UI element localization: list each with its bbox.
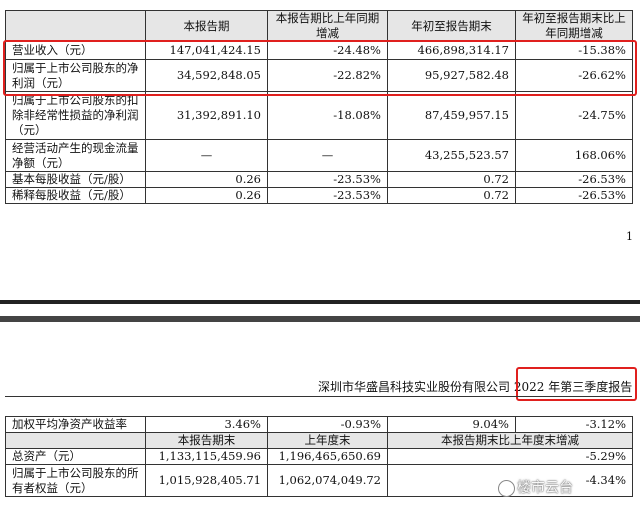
highlight-box-revenue-profit: [3, 40, 637, 96]
table-row: 总资产（元） 1,133,115,459.96 1,196,465,650.69…: [5, 448, 633, 465]
watermark-text: 楼市云台: [517, 480, 573, 496]
row-label: 经营活动产生的现金流量净额（元）: [5, 139, 146, 172]
table-header-cell: 本报告期末比上年度末增减: [387, 432, 633, 449]
table-cell: —: [267, 139, 388, 172]
table-cell: 1,062,074,049.72: [267, 464, 388, 497]
table-cell: 9.04%: [387, 416, 516, 433]
company-name: 深圳市华盛昌科技实业股份有限公司: [318, 380, 511, 394]
table-cell: 168.06%: [515, 139, 633, 172]
table-cell: 1,196,465,650.69: [267, 448, 388, 465]
page-divider: [0, 316, 640, 322]
header-rule: [5, 396, 632, 397]
table-cell: -0.93%: [267, 416, 388, 433]
table-cell: 3.46%: [145, 416, 268, 433]
table-header-cell: 上年度末: [267, 432, 388, 449]
table-cell: 0.26: [145, 171, 268, 188]
table-cell: —: [145, 139, 268, 172]
watermark-logo-icon: [498, 479, 515, 497]
table-cell: -26.53%: [515, 171, 633, 188]
table-cell: -26.53%: [515, 187, 633, 204]
table-cell: 1,015,928,405.71: [145, 464, 268, 497]
row-label: 总资产（元）: [5, 448, 146, 465]
table-cell: -5.29%: [387, 448, 633, 465]
table-header-cell: [5, 10, 146, 42]
table-header-cell: 年初至报告期末: [387, 10, 516, 42]
row-label: 归属于上市公司股东的扣除非经常性损益的净利润（元）: [5, 91, 146, 140]
table-header-row: 本报告期末 上年度末 本报告期末比上年度末增减: [5, 432, 633, 449]
row-label: 归属于上市公司股东的所有者权益（元）: [5, 464, 146, 497]
table-cell: 87,459,957.15: [387, 91, 516, 140]
table-header-cell: 本报告期末: [145, 432, 268, 449]
watermark: 楼市云台: [498, 477, 573, 497]
table-cell: -24.75%: [515, 91, 633, 140]
table-header-cell: 年初至报告期末比上年同期增减: [515, 10, 633, 42]
table-cell: 31,392,891.10: [145, 91, 268, 140]
row-label: 加权平均净资产收益率: [5, 416, 146, 433]
table-row: 归属于上市公司股东的扣除非经常性损益的净利润（元） 31,392,891.10 …: [5, 91, 633, 140]
table-cell: 0.72: [387, 171, 516, 188]
table-cell: 1,133,115,459.96: [145, 448, 268, 465]
table-row: 稀释每股收益（元/股） 0.26 -23.53% 0.72 -26.53%: [5, 187, 633, 204]
row-label: 基本每股收益（元/股）: [5, 171, 146, 188]
table-row: 加权平均净资产收益率 3.46% -0.93% 9.04% -3.12%: [5, 416, 633, 433]
page-divider: [0, 300, 640, 304]
table-cell: 0.72: [387, 187, 516, 204]
table-header-cell: [5, 432, 146, 449]
table-header-cell: 本报告期比上年同期增减: [267, 10, 388, 42]
table-row: 基本每股收益（元/股） 0.26 -23.53% 0.72 -26.53%: [5, 171, 633, 188]
table-cell: 0.26: [145, 187, 268, 204]
table-cell: -3.12%: [515, 416, 633, 433]
row-label: 稀释每股收益（元/股）: [5, 187, 146, 204]
table-cell: -23.53%: [267, 187, 388, 204]
table-cell: -18.08%: [267, 91, 388, 140]
table-cell: 43,255,523.57: [387, 139, 516, 172]
page-number: 1: [626, 230, 633, 243]
table-header-cell: 本报告期: [145, 10, 268, 42]
table-cell: -23.53%: [267, 171, 388, 188]
table-row: 经营活动产生的现金流量净额（元） — — 43,255,523.57 168.0…: [5, 139, 633, 172]
table-header-row: 本报告期 本报告期比上年同期增减 年初至报告期末 年初至报告期末比上年同期增减: [5, 10, 633, 42]
